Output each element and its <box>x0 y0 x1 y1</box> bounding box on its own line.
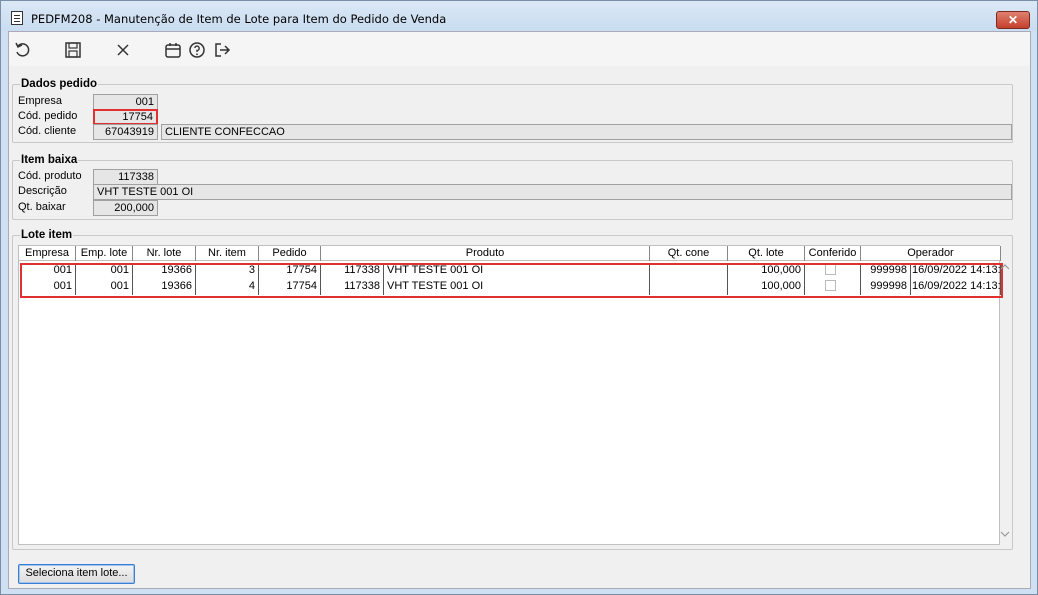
item-baixa-title: Item baixa <box>20 154 79 167</box>
cod-pedido-field[interactable]: 17754 <box>93 109 158 125</box>
cancel-icon[interactable] <box>113 40 133 60</box>
grid-header: Empresa Emp. lote Nr. lote Nr. item Pedi… <box>19 246 1001 261</box>
client-area: Dados pedido Empresa 001 Cód. pedido 177… <box>8 31 1031 589</box>
descricao-field: VHT TESTE 001 OI <box>93 184 1012 200</box>
cell-emp-lote: 001 <box>76 263 133 279</box>
cell-empresa: 001 <box>19 279 76 295</box>
window-close-button[interactable]: ✕ <box>996 11 1030 29</box>
cell-conferido <box>805 279 861 295</box>
toolbar <box>9 32 1030 66</box>
cell-pedido: 17754 <box>259 263 321 279</box>
cell-empresa: 001 <box>19 263 76 279</box>
exit-icon[interactable] <box>212 40 232 60</box>
cliente-nome-field: CLIENTE CONFECCAO <box>161 124 1012 140</box>
cell-nr-lote: 19366 <box>133 279 196 295</box>
cell-qt-lote: 100,000 <box>728 279 805 295</box>
title-bar: PEDFM208 - Manutenção de Item de Lote pa… <box>1 1 1037 31</box>
cell-operador-cod: 999998 <box>861 263 911 279</box>
scroll-up-icon[interactable] <box>998 263 1011 276</box>
document-icon <box>11 11 23 25</box>
calendar-icon[interactable] <box>163 40 183 60</box>
cell-nr-item: 4 <box>196 279 259 295</box>
seleciona-item-lote-button[interactable]: Seleciona item lote... <box>18 564 135 584</box>
cell-produto-desc: VHT TESTE 001 OI <box>384 279 650 295</box>
table-row[interactable]: 001 001 19366 3 17754 117338 VHT TESTE 0… <box>19 263 1001 279</box>
lote-item-group: Lote item Empresa Emp. lote Nr. lote Nr.… <box>12 229 1013 550</box>
col-conferido[interactable]: Conferido <box>805 246 861 261</box>
col-emp-lote[interactable]: Emp. lote <box>76 246 133 261</box>
cell-nr-lote: 19366 <box>133 263 196 279</box>
dados-pedido-title: Dados pedido <box>20 78 99 91</box>
cod-cliente-field[interactable]: 67043919 <box>93 124 158 140</box>
col-nr-item[interactable]: Nr. item <box>196 246 259 261</box>
col-nr-lote[interactable]: Nr. lote <box>133 246 196 261</box>
empresa-field[interactable]: 001 <box>93 94 158 110</box>
lote-item-grid: Empresa Emp. lote Nr. lote Nr. item Pedi… <box>18 245 1003 545</box>
cod-produto-label: Cód. produto <box>18 170 82 182</box>
cod-produto-field[interactable]: 117338 <box>93 169 158 185</box>
col-operador[interactable]: Operador <box>861 246 1001 261</box>
table-row[interactable]: 001 001 19366 4 17754 117338 VHT TESTE 0… <box>19 279 1001 295</box>
cell-produto-cod: 117338 <box>321 279 384 295</box>
col-produto[interactable]: Produto <box>321 246 650 261</box>
undo-icon[interactable] <box>13 40 33 60</box>
col-pedido[interactable]: Pedido <box>259 246 321 261</box>
col-empresa[interactable]: Empresa <box>19 246 76 261</box>
conferido-checkbox[interactable] <box>825 280 836 291</box>
cell-operador-cod: 999998 <box>861 279 911 295</box>
help-icon[interactable] <box>187 40 207 60</box>
cell-operador-data: 16/09/2022 14:13: <box>911 279 1001 295</box>
cell-qt-lote: 100,000 <box>728 263 805 279</box>
cell-produto-desc: VHT TESTE 001 OI <box>384 263 650 279</box>
lote-item-title: Lote item <box>20 229 74 242</box>
empresa-label: Empresa <box>18 95 63 107</box>
cell-pedido: 17754 <box>259 279 321 295</box>
scroll-down-icon[interactable] <box>998 530 1011 543</box>
item-baixa-group: Item baixa Cód. produto 117338 Descrição… <box>12 154 1013 220</box>
qt-baixar-field[interactable]: 200,000 <box>93 200 158 216</box>
cell-emp-lote: 001 <box>76 279 133 295</box>
window-title: PEDFM208 - Manutenção de Item de Lote pa… <box>31 12 447 26</box>
cell-nr-item: 3 <box>196 263 259 279</box>
cell-produto-cod: 117338 <box>321 263 384 279</box>
conferido-checkbox[interactable] <box>825 264 836 275</box>
cell-qt-cone <box>650 279 728 295</box>
save-icon[interactable] <box>63 40 83 60</box>
cell-conferido <box>805 263 861 279</box>
dados-pedido-group: Dados pedido Empresa 001 Cód. pedido 177… <box>12 78 1013 143</box>
col-qt-cone[interactable]: Qt. cone <box>650 246 728 261</box>
cell-operador-data: 16/09/2022 14:13: <box>911 263 1001 279</box>
cell-qt-cone <box>650 263 728 279</box>
descricao-label: Descrição <box>18 185 67 197</box>
qt-baixar-label: Qt. baixar <box>18 201 66 213</box>
cod-pedido-label: Cód. pedido <box>18 110 78 122</box>
cod-cliente-label: Cód. cliente <box>18 125 77 137</box>
col-qt-lote[interactable]: Qt. lote <box>728 246 805 261</box>
app-window: PEDFM208 - Manutenção de Item de Lote pa… <box>0 0 1038 595</box>
